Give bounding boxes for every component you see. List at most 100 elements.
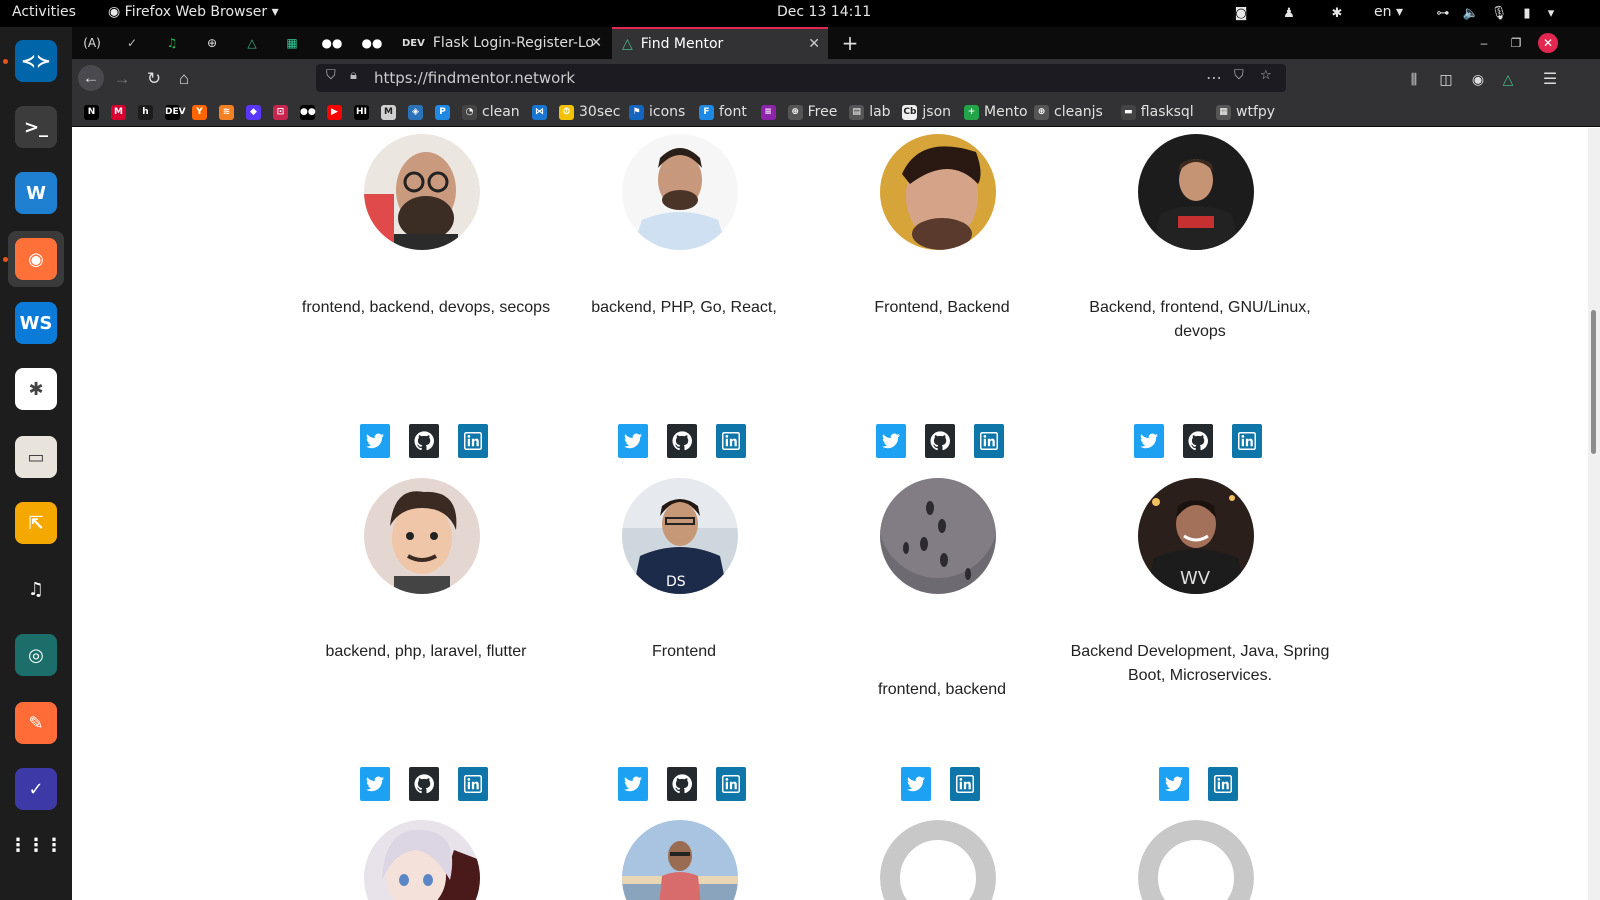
dock-item[interactable]: ⇱ <box>8 495 64 551</box>
back-arrow-icon[interactable]: ← <box>78 65 104 91</box>
linkedin-icon[interactable] <box>716 424 746 458</box>
account-icon[interactable]: ◉ <box>1466 67 1490 91</box>
bookmark-item[interactable]: Cb json <box>902 103 951 121</box>
bookmark-item[interactable]: ◆ <box>246 103 266 121</box>
bookmark-item[interactable]: M <box>111 103 131 121</box>
github-icon[interactable] <box>667 767 697 801</box>
dock-item[interactable]: ⋮⋮⋮ <box>8 817 64 873</box>
mentor-avatar[interactable] <box>622 134 738 250</box>
volume-icon[interactable]: 🔈 <box>1462 4 1480 22</box>
twitter-icon[interactable] <box>1158 767 1189 801</box>
bookmark-item[interactable]: ●● <box>300 103 320 121</box>
twitter-icon[interactable] <box>876 424 906 458</box>
clock[interactable]: Dec 13 14:11 <box>777 4 871 20</box>
github-icon[interactable] <box>409 767 439 801</box>
pinned-tab[interactable]: △ <box>234 30 270 56</box>
bookmark-item[interactable]: ≡ <box>760 103 781 121</box>
linkedin-icon[interactable] <box>458 424 488 458</box>
github-icon[interactable] <box>409 424 439 458</box>
tab-flask-login[interactable]: DEV Flask Login-Register-Log ✕ <box>392 27 610 59</box>
bookmark-item[interactable]: ▶ <box>327 103 347 121</box>
bookmark-item[interactable]: ▤ lab <box>849 103 891 121</box>
dock-item[interactable]: ◉ <box>8 231 64 287</box>
twitter-icon[interactable] <box>1134 424 1164 458</box>
pinned-tab[interactable]: ▦ <box>274 30 310 56</box>
pinned-tab[interactable]: ●● <box>354 30 390 56</box>
vue-devtools-icon[interactable]: △ <box>1496 67 1520 91</box>
pinned-tab[interactable]: ✓ <box>114 30 150 56</box>
bookmark-item[interactable]: ⊕ Free <box>787 103 837 121</box>
mentor-avatar[interactable]: WV <box>1138 478 1254 594</box>
system-menu-chevron-icon[interactable]: ▾ <box>1542 4 1560 22</box>
mentor-avatar[interactable] <box>1138 134 1254 250</box>
url-bar[interactable]: ⛉ 🔒︎ https://findmentor.network ⋯ ⛉ ☆ <box>316 64 1286 92</box>
bookmark-item[interactable]: Y <box>192 103 212 121</box>
app-menu[interactable]: ◉ Firefox Web Browser ▾ <box>108 4 279 20</box>
bookmark-item[interactable]: HI <box>354 103 374 121</box>
dock-item[interactable]: W <box>8 165 64 221</box>
activities-button[interactable]: Activities <box>12 4 76 20</box>
home-icon[interactable]: ⌂ <box>172 67 196 91</box>
lock-icon[interactable]: 🔒︎ <box>350 68 357 83</box>
linkedin-icon[interactable] <box>1207 767 1238 801</box>
dock-item[interactable]: >_ <box>8 99 64 155</box>
user-tray-icon[interactable]: ♟ <box>1280 4 1298 22</box>
url-text[interactable]: https://findmentor.network <box>374 69 575 87</box>
bookmark-item[interactable]: ◔ clean <box>462 103 520 121</box>
bookmark-item[interactable]: M <box>381 103 401 121</box>
bookmark-item[interactable]: N <box>84 103 104 121</box>
twitter-icon[interactable] <box>618 767 648 801</box>
bookmark-item[interactable]: h <box>138 103 158 121</box>
page-actions-icon[interactable]: ⋯ <box>1206 68 1222 87</box>
sidebar-icon[interactable]: ◫ <box>1434 67 1458 91</box>
mentor-avatar[interactable]: DS <box>622 478 738 594</box>
bookmark-item[interactable]: Ffont <box>699 103 747 121</box>
close-window-icon[interactable]: ✕ <box>1538 33 1558 53</box>
bookmark-item[interactable]: DEV <box>165 103 186 121</box>
github-icon[interactable] <box>667 424 697 458</box>
language-selector[interactable]: en ▾ <box>1374 4 1403 20</box>
dock-item[interactable]: ✓ <box>8 761 64 817</box>
twitter-icon[interactable] <box>618 424 648 458</box>
default-avatar-icon[interactable] <box>1138 820 1254 900</box>
bookmark-item[interactable]: ▬ flasksql <box>1120 103 1194 121</box>
github-icon[interactable] <box>925 424 955 458</box>
bookmark-item[interactable]: ⏱ 30sec <box>559 103 620 121</box>
bookmark-item[interactable]: ⚑ icons <box>629 103 685 121</box>
pinned-tab[interactable]: ⊕ <box>194 30 230 56</box>
bookmark-star-icon[interactable]: ☆ <box>1260 68 1272 83</box>
mentor-avatar[interactable] <box>622 820 738 900</box>
bookmark-item[interactable]: ⋈ <box>532 103 552 121</box>
dock-item[interactable]: ✎ <box>8 695 64 751</box>
slack-tray-icon[interactable]: ✱ <box>1328 4 1346 22</box>
mentor-avatar[interactable] <box>880 134 996 250</box>
mentor-avatar[interactable] <box>364 478 480 594</box>
mentor-avatar[interactable] <box>364 134 480 250</box>
library-icon[interactable]: ⫼ <box>1402 67 1426 91</box>
bookmark-item[interactable]: ⊕ cleanjs <box>1034 103 1103 121</box>
tab-find-mentor[interactable]: △ Find Mentor ✕ <box>612 27 828 59</box>
reload-icon[interactable]: ↻ <box>142 67 166 91</box>
pinned-tab[interactable]: (A) <box>74 30 110 56</box>
pocket-icon[interactable]: ⛉ <box>1234 68 1244 83</box>
dock-item[interactable]: ▭ <box>8 429 64 485</box>
dock-item[interactable]: WS <box>8 295 64 351</box>
linkedin-icon[interactable] <box>458 767 488 801</box>
close-tab-icon[interactable]: ✕ <box>808 36 820 52</box>
discord-tray-icon[interactable]: ◙ <box>1232 4 1250 22</box>
bookmark-item[interactable]: + Mento <box>964 103 1028 121</box>
shield-icon[interactable]: ⛉ <box>326 68 336 83</box>
twitter-icon[interactable] <box>360 767 390 801</box>
mentor-avatar[interactable] <box>880 478 996 594</box>
twitter-icon[interactable] <box>900 767 931 801</box>
twitter-icon[interactable] <box>360 424 390 458</box>
bookmark-item[interactable]: ◈ <box>408 103 428 121</box>
linkedin-icon[interactable] <box>1232 424 1262 458</box>
bookmark-item[interactable]: ▦ wtfpy <box>1216 103 1275 121</box>
linkedin-icon[interactable] <box>974 424 1004 458</box>
linkedin-icon[interactable] <box>716 767 746 801</box>
bookmark-item[interactable]: ≋ <box>219 103 239 121</box>
forward-arrow-icon[interactable]: → <box>110 67 134 91</box>
pinned-tab[interactable]: ♫ <box>154 30 190 56</box>
dock-item[interactable]: ◎ <box>8 627 64 683</box>
